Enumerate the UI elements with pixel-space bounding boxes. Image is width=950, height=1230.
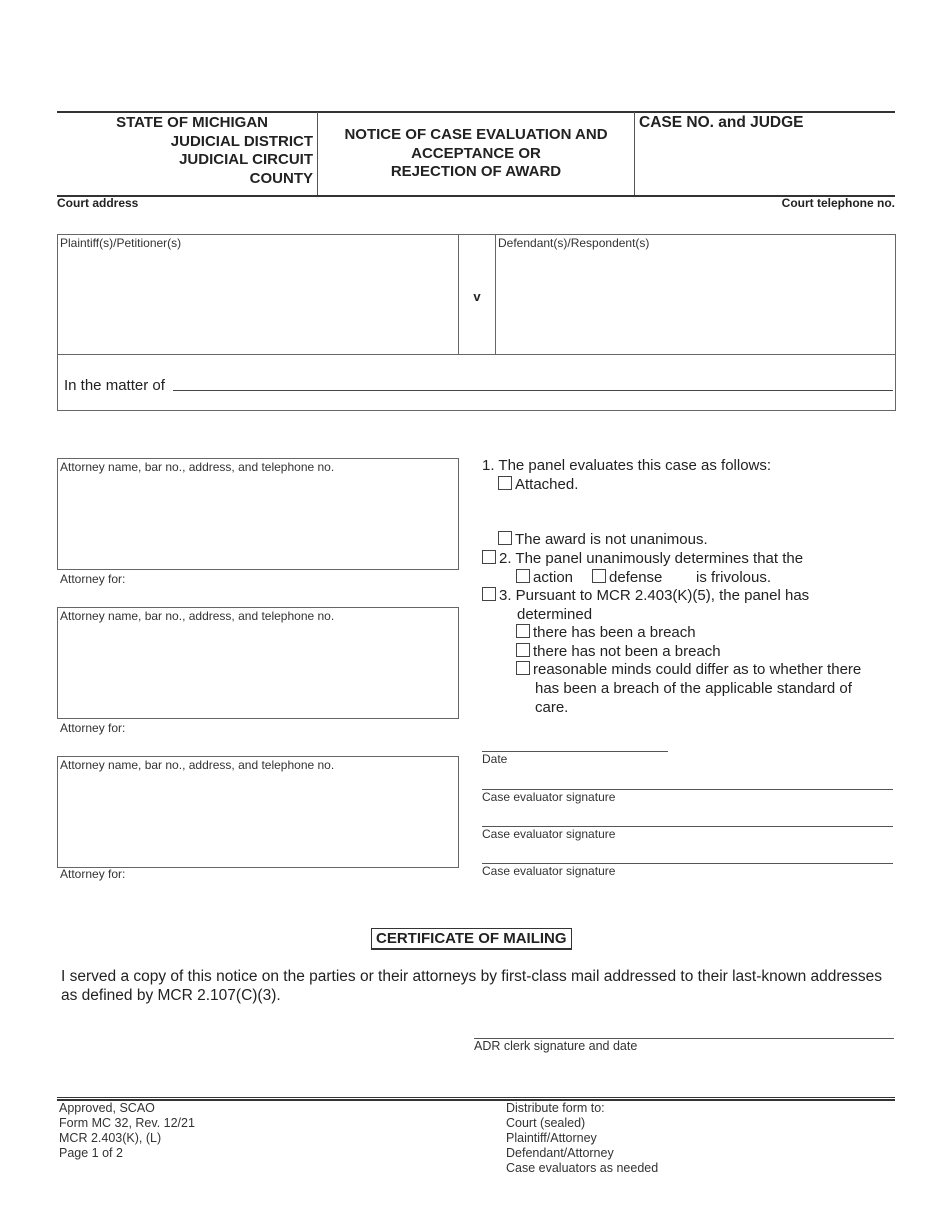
attorney-for-label[interactable]: Attorney for:	[60, 721, 125, 735]
distribution-item: Defendant/Attorney	[506, 1146, 614, 1160]
attorney-box-label: Attorney name, bar no., address, and tel…	[60, 758, 335, 772]
item3-label-cont: determined	[517, 606, 593, 623]
form-title-line: ACCEPTANCE OR	[411, 144, 541, 162]
item3-label: 3. Pursuant to MCR 2.403(K)(5), the pane…	[499, 587, 810, 604]
header-top-rule	[57, 111, 895, 113]
form-title: NOTICE OF CASE EVALUATION AND ACCEPTANCE…	[318, 126, 634, 182]
item2-checkbox[interactable]	[482, 550, 496, 564]
no-breach-checkbox[interactable]	[516, 643, 530, 657]
form-title-line: REJECTION OF AWARD	[390, 163, 562, 180]
plaintiff-field[interactable]: Plaintiff(s)/Petitioner(s)	[57, 234, 459, 355]
attached-checkbox[interactable]	[498, 476, 512, 490]
breach-label: there has been a breach	[533, 624, 696, 641]
matter-label: In the matter of	[64, 377, 165, 394]
distribution-heading: Distribute form to:	[506, 1101, 605, 1115]
item1-text: 1. The panel evaluates this case as foll…	[482, 457, 772, 474]
defendant-label: Defendant(s)/Respondent(s)	[498, 236, 650, 250]
attached-option[interactable]: Attached.	[498, 476, 578, 495]
item3-checkbox[interactable]	[482, 587, 496, 601]
distribution-item: Court (sealed)	[506, 1116, 586, 1130]
attorney-box-label: Attorney name, bar no., address, and tel…	[60, 609, 335, 623]
breach-option[interactable]: there has been a breach	[516, 624, 696, 643]
no-breach-option[interactable]: there has not been a breach	[516, 643, 721, 662]
header-divider	[634, 112, 635, 196]
action-option[interactable]: action	[516, 569, 573, 588]
not-unanimous-label: The award is not unanimous.	[515, 531, 708, 548]
item2-option[interactable]: 2. The panel unanimously determines that…	[482, 550, 803, 569]
date-label: Date	[482, 752, 508, 766]
county-label: COUNTY	[249, 169, 313, 187]
case-number-field[interactable]: CASE NO. and JUDGE	[639, 114, 804, 132]
action-checkbox[interactable]	[516, 569, 530, 583]
evaluator-signature-label: Case evaluator signature	[482, 790, 616, 804]
attorney-field[interactable]: Attorney name, bar no., address, and tel…	[57, 458, 459, 570]
frivolous-label: is frivolous.	[696, 569, 772, 586]
differ-checkbox[interactable]	[516, 661, 530, 675]
approval-text: Approved, SCAO	[59, 1101, 155, 1115]
attorney-for-label[interactable]: Attorney for:	[60, 867, 125, 881]
differ-label-cont: care.	[535, 699, 569, 716]
defendant-field[interactable]: Defendant(s)/Respondent(s)	[495, 234, 896, 355]
attached-label: Attached.	[515, 476, 579, 493]
differ-option[interactable]: reasonable minds could differ as to whet…	[516, 661, 861, 680]
rule-reference: MCR 2.403(K), (L)	[59, 1131, 162, 1145]
action-label: action	[533, 569, 574, 586]
item2-label: 2. The panel unanimously determines that…	[499, 550, 804, 567]
clerk-signature-label: ADR clerk signature and date	[474, 1039, 638, 1053]
plaintiff-label: Plaintiff(s)/Petitioner(s)	[60, 236, 182, 250]
differ-label-cont: has been a breach of the applicable stan…	[535, 680, 852, 697]
no-breach-label: there has not been a breach	[533, 643, 721, 660]
distribution-item: Plaintiff/Attorney	[506, 1131, 597, 1145]
court-identification: STATE OF MICHIGAN JUDICIAL DISTRICT JUDI…	[60, 114, 313, 188]
district-label: JUDICIAL DISTRICT	[170, 132, 313, 150]
form-info: Approved, SCAO Form MC 32, Rev. 12/21 MC…	[59, 1101, 195, 1161]
footer-rule	[57, 1097, 895, 1098]
breach-checkbox[interactable]	[516, 624, 530, 638]
court-phone-label: Court telephone no.	[781, 196, 895, 210]
defense-option[interactable]: defense	[592, 569, 662, 588]
evaluator-signature-label: Case evaluator signature	[482, 864, 616, 878]
form-title-line: NOTICE OF CASE EVALUATION AND	[344, 126, 608, 143]
attorney-field[interactable]: Attorney name, bar no., address, and tel…	[57, 756, 459, 868]
attorney-field[interactable]: Attorney name, bar no., address, and tel…	[57, 607, 459, 719]
form-number: Form MC 32, Rev. 12/21	[59, 1116, 195, 1130]
distribution-list: Distribute form to: Court (sealed) Plain…	[506, 1101, 658, 1176]
matter-field[interactable]	[173, 390, 893, 391]
circuit-label: JUDICIAL CIRCUIT	[179, 151, 313, 168]
differ-label: reasonable minds could differ as to whet…	[533, 661, 862, 678]
page-number: Page 1 of 2	[59, 1146, 123, 1160]
date-field[interactable]	[482, 751, 668, 752]
defense-label: defense	[609, 569, 663, 586]
distribution-item: Case evaluators as needed	[506, 1161, 659, 1175]
not-unanimous-checkbox[interactable]	[498, 531, 512, 545]
court-address-label: Court address	[57, 196, 139, 210]
attorney-for-label[interactable]: Attorney for:	[60, 572, 125, 586]
evaluator-signature-label: Case evaluator signature	[482, 827, 616, 841]
defense-checkbox[interactable]	[592, 569, 606, 583]
certificate-title: CERTIFICATE OF MAILING	[371, 928, 572, 950]
header-bottom-rule	[57, 195, 895, 197]
attorney-box-label: Attorney name, bar no., address, and tel…	[60, 460, 335, 474]
item3-option[interactable]: 3. Pursuant to MCR 2.403(K)(5), the pane…	[482, 587, 809, 606]
not-unanimous-option[interactable]: The award is not unanimous.	[498, 531, 708, 550]
state-label: STATE OF MICHIGAN	[116, 114, 268, 131]
certificate-text: I served a copy of this notice on the pa…	[61, 968, 883, 1004]
versus-label: v	[473, 289, 481, 304]
